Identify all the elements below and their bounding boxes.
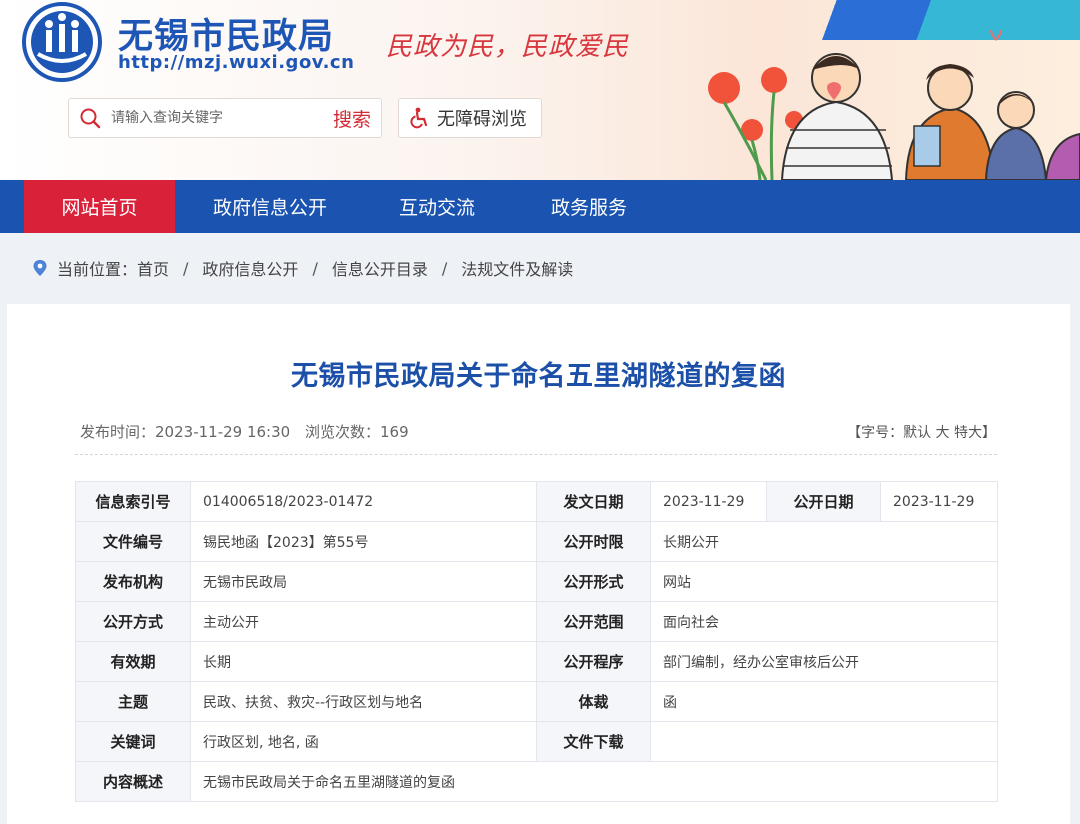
article-panel: 无锡市民政局关于命名五里湖隧道的复函 发布时间：2023-11-29 16:30… xyxy=(7,304,1070,824)
civil-affairs-logo-icon[interactable] xyxy=(22,2,102,82)
family-illustration-icon xyxy=(708,30,1080,180)
summary-label: 内容概述 xyxy=(75,761,191,802)
open-form-value: 网站 xyxy=(650,561,998,602)
nav-item-gov-info[interactable]: 政府信息公开 xyxy=(175,180,365,233)
nav-item-home[interactable]: 网站首页 xyxy=(24,180,175,233)
views-count: 169 xyxy=(379,423,409,441)
site-slogan: 民政为民，民政爱民 xyxy=(386,32,630,62)
font-size-xlarge[interactable]: 特大 xyxy=(954,425,982,441)
search-icon xyxy=(80,108,101,129)
keywords-label: 关键词 xyxy=(75,721,191,762)
accessibility-button[interactable]: 无障碍浏览 xyxy=(398,98,542,138)
open-period-value: 长期公开 xyxy=(650,521,998,562)
article-title: 无锡市民政局关于命名五里湖隧道的复函 xyxy=(291,361,786,392)
table-row: 内容概述 无锡市民政局关于命名五里湖隧道的复函 xyxy=(75,761,998,802)
table-row: 有效期 长期 公开程序 部门编制，经办公室审核后公开 xyxy=(75,641,998,682)
site-url[interactable]: http://mzj.wuxi.gov.cn xyxy=(118,52,354,73)
table-row: 关键词 行政区划, 地名, 函 文件下载 xyxy=(75,721,998,762)
info-table: 信息索引号 014006518/2023-01472 发文日期 2023-11-… xyxy=(75,481,998,802)
table-row: 主题 民政、扶贫、救灾--行政区划与地名 体裁 函 xyxy=(75,681,998,722)
open-date-value: 2023-11-29 xyxy=(880,481,998,522)
procedure-value: 部门编制，经办公室审核后公开 xyxy=(650,641,998,682)
validity-value: 长期 xyxy=(190,641,537,682)
open-period-label: 公开时限 xyxy=(536,521,651,562)
open-method-value: 主动公开 xyxy=(190,601,537,642)
publisher-value: 无锡市民政局 xyxy=(190,561,537,602)
breadcrumb-home[interactable]: 首页 xyxy=(137,256,169,280)
nav-item-interaction[interactable]: 互动交流 xyxy=(365,180,509,233)
index-value: 014006518/2023-01472 xyxy=(190,481,537,522)
breadcrumb-prefix: 当前位置： xyxy=(57,260,138,279)
font-size-close: 】 xyxy=(982,425,996,441)
index-label: 信息索引号 xyxy=(75,481,191,522)
publish-time: 2023-11-29 16:30 xyxy=(155,423,291,441)
doc-no-label: 文件编号 xyxy=(75,521,191,562)
open-scope-value: 面向社会 xyxy=(650,601,998,642)
topic-label: 主题 xyxy=(75,681,191,722)
breadcrumb-gov-info[interactable]: 政府信息公开 xyxy=(202,256,298,280)
table-row: 文件编号 锡民地函【2023】第55号 公开时限 长期公开 xyxy=(75,521,998,562)
nav-item-services[interactable]: 政务服务 xyxy=(509,180,669,233)
carnation-flowers xyxy=(708,67,803,141)
doc-no-value: 锡民地函【2023】第55号 xyxy=(190,521,537,562)
breadcrumb-separator: / xyxy=(183,258,189,278)
font-size-large[interactable]: 大 xyxy=(936,425,950,441)
genre-value: 函 xyxy=(650,681,998,722)
font-size-label: 【字号： xyxy=(847,425,904,441)
search-box: 搜索 xyxy=(68,98,382,138)
table-row: 发布机构 无锡市民政局 公开形式 网站 xyxy=(75,561,998,602)
breadcrumb-separator: / xyxy=(312,258,318,278)
accessibility-label: 无障碍浏览 xyxy=(437,109,527,130)
main-nav: 网站首页 政府信息公开 互动交流 政务服务 xyxy=(0,180,1080,233)
topic-value: 民政、扶贫、救灾--行政区划与地名 xyxy=(190,681,537,722)
breadcrumb-info-catalog[interactable]: 信息公开目录 xyxy=(332,256,428,280)
location-pin-icon xyxy=(33,260,47,276)
site-header: 无锡市民政局 http://mzj.wuxi.gov.cn 民政为民，民政爱民 … xyxy=(0,0,1080,180)
procedure-label: 公开程序 xyxy=(536,641,651,682)
meta-divider xyxy=(75,454,997,455)
font-size-default[interactable]: 默认 xyxy=(903,425,931,441)
genre-label: 体裁 xyxy=(536,681,651,722)
open-form-label: 公开形式 xyxy=(536,561,651,602)
publisher-label: 发布机构 xyxy=(75,561,191,602)
search-button[interactable]: 搜索 xyxy=(323,105,381,132)
download-label: 文件下载 xyxy=(536,721,651,762)
issue-date-value: 2023-11-29 xyxy=(650,481,767,522)
issue-date-label: 发文日期 xyxy=(536,481,651,522)
keywords-value: 行政区划, 地名, 函 xyxy=(190,721,537,762)
publish-label: 发布时间： xyxy=(80,423,156,441)
summary-value: 无锡市民政局关于命名五里湖隧道的复函 xyxy=(190,761,998,802)
table-row: 公开方式 主动公开 公开范围 面向社会 xyxy=(75,601,998,642)
download-value[interactable] xyxy=(650,721,998,762)
views-label: 浏览次数： xyxy=(304,423,380,441)
breadcrumb-regulations[interactable]: 法规文件及解读 xyxy=(461,256,573,280)
open-date-label: 公开日期 xyxy=(766,481,881,522)
breadcrumb-separator: / xyxy=(441,258,448,278)
open-method-label: 公开方式 xyxy=(75,601,191,642)
search-input[interactable] xyxy=(109,109,323,127)
article-meta: 发布时间：2023-11-29 16:30 浏览次数：169 xyxy=(80,421,409,442)
table-row: 信息索引号 014006518/2023-01472 发文日期 2023-11-… xyxy=(75,481,998,522)
breadcrumb: 当前位置： 首页 / 政府信息公开 / 信息公开目录 / 法规文件及解读 xyxy=(0,233,1080,303)
wheelchair-icon xyxy=(410,107,428,129)
open-scope-label: 公开范围 xyxy=(536,601,651,642)
validity-label: 有效期 xyxy=(75,641,191,682)
font-size-switcher: 【字号：默认 大 特大】 xyxy=(847,422,996,442)
